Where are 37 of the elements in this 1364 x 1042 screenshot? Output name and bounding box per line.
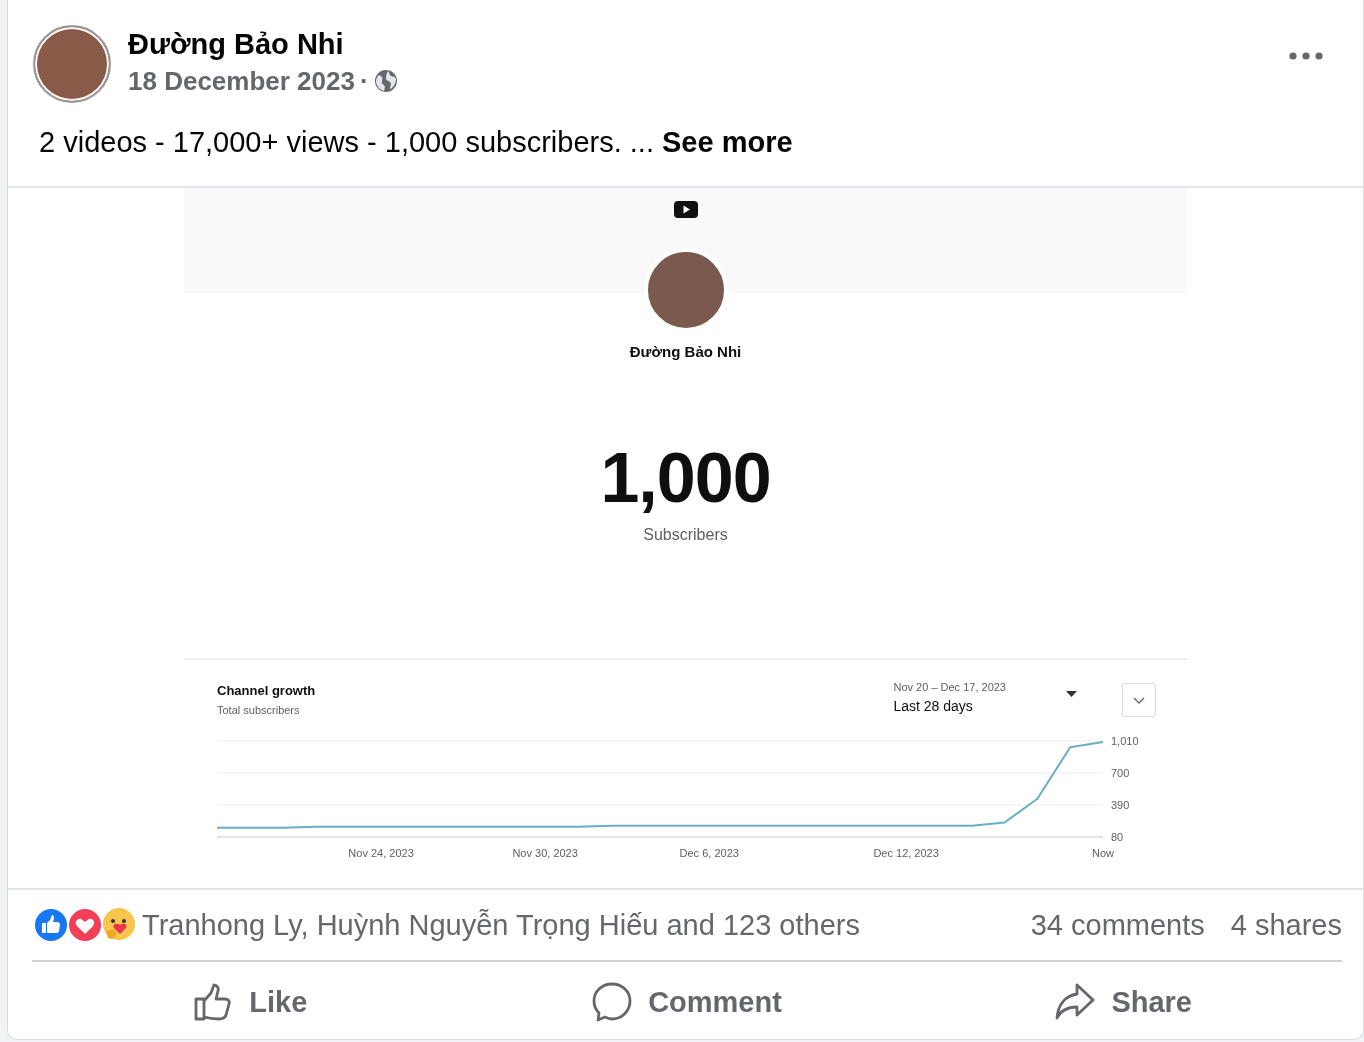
y-axis-label: 80 [1111, 831, 1124, 843]
dropdown-arrow-icon[interactable] [1066, 691, 1077, 697]
separator-dot: · [359, 65, 369, 98]
x-axis-label: Nov 30, 2023 [512, 847, 578, 859]
like-button[interactable]: Like [32, 962, 469, 1039]
more-options-icon[interactable] [1289, 52, 1323, 60]
chevron-down-icon [1133, 696, 1145, 704]
reactions-summary[interactable]: Tranhong Ly, Huỳnh Nguyễn Trọng Hiếu and 123 others [142, 908, 860, 942]
x-axis-label: Now [1092, 847, 1114, 859]
like-reaction-icon [32, 906, 70, 944]
see-more-link[interactable]: See more [662, 126, 793, 158]
speech-bubble-icon [592, 982, 633, 1022]
globe-icon [373, 69, 398, 93]
share-button[interactable]: Share [905, 962, 1342, 1039]
play-button-icon [673, 201, 698, 218]
x-axis-label: Nov 24, 2023 [348, 847, 414, 859]
date-range: Nov 20 – Dec 17, 2023 [893, 681, 1006, 693]
channel-name: Đường Bảo Nhi [629, 343, 742, 360]
x-axis-label: Dec 6, 2023 [679, 847, 739, 859]
y-axis-label: 390 [1111, 799, 1130, 811]
chart-title: Channel growth [217, 683, 316, 698]
subscribers-label: Subscribers [643, 526, 728, 544]
x-axis-label: Dec 12, 2023 [873, 847, 939, 859]
subscriber-count: 1,000 [600, 438, 771, 518]
share-arrow-icon [1055, 982, 1096, 1022]
chart-subtitle: Total subscribers [217, 704, 301, 716]
post-date[interactable]: 18 December 2023 [128, 64, 355, 98]
love-reaction-icon [66, 906, 104, 944]
thumbs-up-icon [193, 982, 234, 1022]
comment-button[interactable]: Comment [468, 962, 906, 1039]
author-name[interactable]: Đường Bảo Nhi [128, 26, 398, 62]
post-text: 2 videos - 17,000+ views - 1,000 subscribers. ... [39, 126, 654, 158]
y-axis-label: 700 [1111, 767, 1130, 779]
shares-count[interactable]: 4 shares [1230, 908, 1342, 942]
period-label[interactable]: Last 28 days [893, 698, 1006, 714]
y-axis-label: 1,010 [1111, 735, 1139, 747]
comments-count[interactable]: 34 comments [1030, 908, 1205, 942]
